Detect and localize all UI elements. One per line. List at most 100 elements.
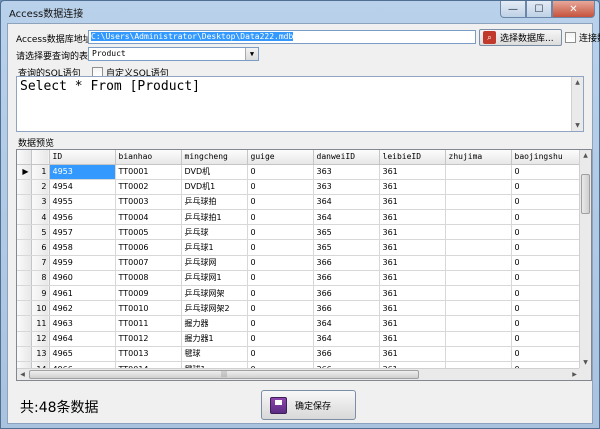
hscroll-thumb[interactable]: ||| bbox=[29, 370, 419, 379]
table-row[interactable]: 12 4964 TT0012 握力器1 0 364 361 0 bbox=[17, 331, 582, 347]
column-header[interactable]: ID bbox=[49, 150, 116, 165]
table-cell[interactable]: 乒乓球网1 bbox=[181, 270, 248, 287]
row-selector[interactable] bbox=[17, 300, 32, 317]
table-cell[interactable]: 乒乓球拍1 bbox=[181, 209, 248, 226]
table-row[interactable]: 4 4956 TT0004 乒乓球拍1 0 364 361 0 bbox=[17, 209, 582, 226]
table-cell[interactable]: 366 bbox=[313, 300, 380, 317]
connect-checkbox[interactable]: 连接数 bbox=[565, 31, 600, 44]
table-cell[interactable]: 0 bbox=[511, 300, 582, 317]
table-cell[interactable]: 364 bbox=[313, 209, 380, 226]
table-cell[interactable]: DVD机1 bbox=[181, 179, 248, 195]
table-cell[interactable] bbox=[445, 255, 512, 271]
table-cell[interactable]: 0 bbox=[247, 209, 314, 226]
table-row[interactable]: 3 4955 TT0003 乒乓球拍 0 364 361 0 bbox=[17, 194, 582, 211]
close-button[interactable]: ✕ bbox=[552, 1, 595, 18]
column-header[interactable]: leibieID bbox=[379, 150, 446, 165]
grid-vscrollbar[interactable]: ▲ ▼ bbox=[579, 150, 591, 368]
table-cell[interactable]: 0 bbox=[511, 315, 582, 332]
table-cell[interactable]: 361 bbox=[379, 300, 446, 317]
table-cell[interactable]: 366 bbox=[313, 346, 380, 362]
row-selector[interactable] bbox=[17, 285, 32, 302]
scroll-down-icon[interactable]: ▼ bbox=[572, 120, 583, 131]
table-cell[interactable]: 乒乓球 bbox=[181, 224, 248, 241]
minimize-button[interactable]: — bbox=[500, 1, 526, 18]
table-cell[interactable]: 364 bbox=[313, 194, 380, 211]
table-cell[interactable]: 361 bbox=[379, 239, 446, 256]
table-cell[interactable]: 364 bbox=[313, 315, 380, 332]
table-row[interactable]: 11 4963 TT0011 握力器 0 364 361 0 bbox=[17, 315, 582, 332]
table-row[interactable]: 9 4961 TT0009 乒乓球网架 0 366 361 0 bbox=[17, 285, 582, 302]
table-row[interactable]: 6 4958 TT0006 乒乓球1 0 365 361 0 bbox=[17, 239, 582, 256]
table-cell[interactable]: 4954 bbox=[49, 179, 116, 195]
row-selector[interactable]: ▶ bbox=[17, 164, 32, 180]
table-cell[interactable]: 4955 bbox=[49, 194, 116, 211]
table-cell[interactable]: 0 bbox=[247, 346, 314, 362]
row-selector[interactable] bbox=[17, 331, 32, 347]
scroll-down-icon[interactable]: ▼ bbox=[580, 357, 591, 368]
row-selector[interactable] bbox=[17, 315, 32, 332]
table-cell[interactable] bbox=[445, 315, 512, 332]
table-row[interactable]: 8 4960 TT0008 乒乓球网1 0 366 361 0 bbox=[17, 270, 582, 287]
save-button[interactable]: 确定保存 bbox=[261, 390, 356, 420]
table-cell[interactable]: TT0006 bbox=[115, 239, 182, 256]
column-header[interactable]: bianhao bbox=[115, 150, 182, 165]
table-cell[interactable] bbox=[445, 179, 512, 195]
table-cell[interactable]: 0 bbox=[511, 270, 582, 287]
table-cell[interactable]: 365 bbox=[313, 239, 380, 256]
table-cell[interactable]: 366 bbox=[313, 285, 380, 302]
table-row[interactable]: 10 4962 TT0010 乒乓球网架2 0 366 361 0 bbox=[17, 300, 582, 317]
table-cell[interactable]: TT0010 bbox=[115, 300, 182, 317]
table-cell[interactable]: 握力器 bbox=[181, 315, 248, 332]
vscroll-thumb[interactable] bbox=[581, 174, 590, 214]
corner-header[interactable] bbox=[17, 150, 32, 165]
connect-checkbox-box[interactable] bbox=[565, 32, 576, 43]
table-cell[interactable]: 363 bbox=[313, 179, 380, 195]
table-cell[interactable]: 0 bbox=[247, 179, 314, 195]
table-cell[interactable]: TT0008 bbox=[115, 270, 182, 287]
table-cell[interactable]: TT0001 bbox=[115, 164, 182, 180]
table-cell[interactable]: TT0011 bbox=[115, 315, 182, 332]
table-cell[interactable]: 乒乓球拍 bbox=[181, 194, 248, 211]
table-cell[interactable]: 4957 bbox=[49, 224, 116, 241]
column-header[interactable]: mingcheng bbox=[181, 150, 248, 165]
table-cell[interactable]: TT0005 bbox=[115, 224, 182, 241]
table-cell[interactable]: 0 bbox=[511, 346, 582, 362]
table-row[interactable]: 13 4965 TT0013 毽球 0 366 361 0 bbox=[17, 346, 582, 362]
table-row[interactable]: 2 4954 TT0002 DVD机1 0 363 361 0 bbox=[17, 179, 582, 195]
table-cell[interactable]: 握力器1 bbox=[181, 331, 248, 347]
title-bar[interactable]: Access数据连接 — ☐ ✕ bbox=[1, 1, 599, 22]
table-cell[interactable]: TT0013 bbox=[115, 346, 182, 362]
table-cell[interactable]: 4963 bbox=[49, 315, 116, 332]
sql-textarea[interactable]: Select * From [Product] ▲ ▼ bbox=[16, 76, 584, 132]
choose-db-button[interactable]: ⌕ 选择数据库... bbox=[479, 29, 562, 46]
table-cell[interactable]: 363 bbox=[313, 164, 380, 180]
table-cell[interactable]: 0 bbox=[511, 239, 582, 256]
table-cell[interactable]: 4964 bbox=[49, 331, 116, 347]
table-cell[interactable]: 361 bbox=[379, 255, 446, 271]
table-row[interactable]: ▶ 1 4953 TT0001 DVD机 0 363 361 0 bbox=[17, 164, 582, 180]
table-cell[interactable]: 366 bbox=[313, 270, 380, 287]
table-cell[interactable]: 乒乓球网 bbox=[181, 255, 248, 271]
table-cell[interactable]: TT0003 bbox=[115, 194, 182, 211]
table-cell[interactable] bbox=[445, 209, 512, 226]
table-cell[interactable]: 361 bbox=[379, 285, 446, 302]
table-cell[interactable]: 4961 bbox=[49, 285, 116, 302]
table-row[interactable]: 5 4957 TT0005 乒乓球 0 365 361 0 bbox=[17, 224, 582, 241]
table-cell[interactable]: 0 bbox=[247, 285, 314, 302]
table-cell[interactable] bbox=[445, 270, 512, 287]
table-cell[interactable]: 0 bbox=[247, 300, 314, 317]
row-selector[interactable] bbox=[17, 224, 32, 241]
table-cell[interactable]: 0 bbox=[511, 164, 582, 180]
data-grid[interactable]: ID bianhao mingcheng guige danweiID leib… bbox=[16, 149, 592, 381]
table-row[interactable]: 7 4959 TT0007 乒乓球网 0 366 361 0 bbox=[17, 255, 582, 271]
table-cell[interactable]: 361 bbox=[379, 209, 446, 226]
table-cell[interactable]: 0 bbox=[511, 179, 582, 195]
table-cell[interactable]: 0 bbox=[247, 239, 314, 256]
table-cell[interactable]: 361 bbox=[379, 194, 446, 211]
table-cell[interactable]: 0 bbox=[247, 164, 314, 180]
table-cell[interactable]: 4965 bbox=[49, 346, 116, 362]
table-cell[interactable]: 361 bbox=[379, 346, 446, 362]
table-cell[interactable]: 361 bbox=[379, 270, 446, 287]
table-cell[interactable]: 365 bbox=[313, 224, 380, 241]
table-cell[interactable]: 0 bbox=[511, 255, 582, 271]
